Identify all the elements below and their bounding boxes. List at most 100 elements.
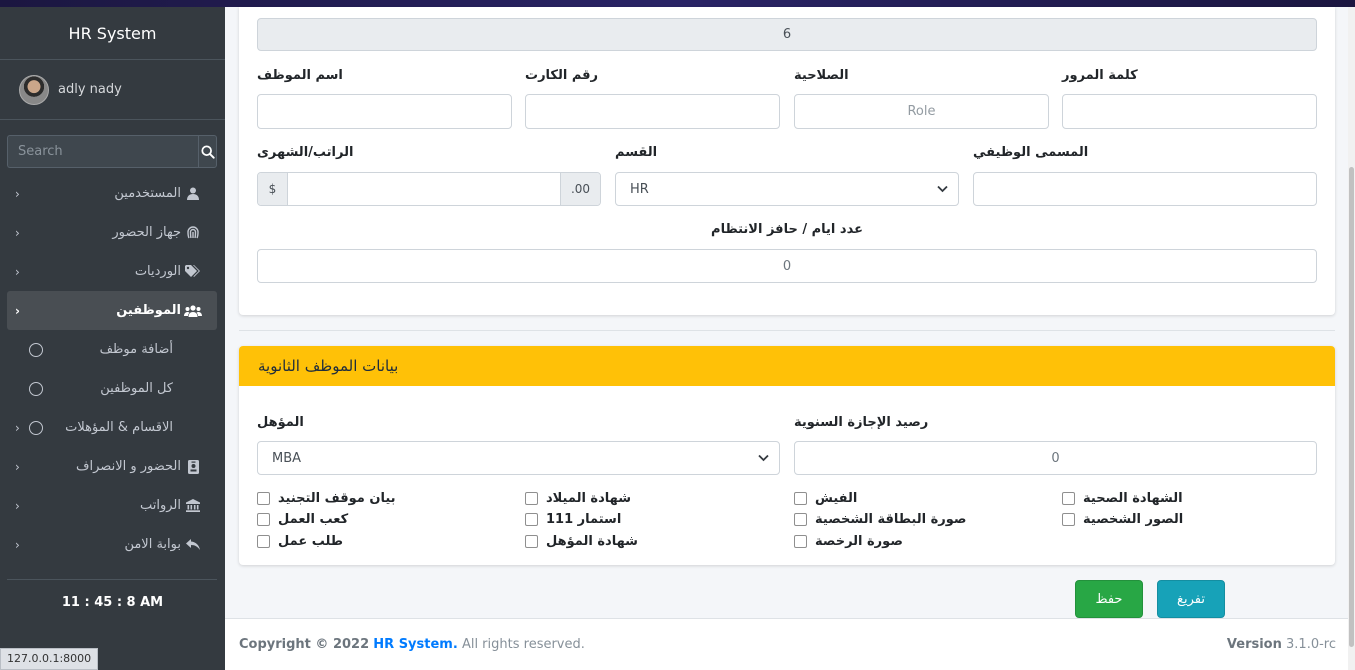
sidebar-subitem-all-employees[interactable]: كل الموظفين [7,369,217,408]
bank-icon [183,499,203,512]
employee-id-field[interactable]: 6 [257,18,1317,51]
checkbox-box[interactable] [525,492,538,505]
sidebar-divider [7,579,217,580]
footer: Copyright © 2022 HR System. All rights r… [225,618,1355,670]
save-button[interactable]: حفظ [1075,580,1143,618]
employee-name-input[interactable] [257,94,512,129]
sidebar-item-attendance-device[interactable]: جهاز الحضور ‹ [7,213,217,252]
sidebar-item-label: الرواتب [139,498,181,513]
sidebar-item-shifts[interactable]: الورديات ‹ [7,252,217,291]
chevron-left-icon: ‹ [15,459,20,474]
chevron-down-icon [937,183,948,196]
checkbox-health-certificate[interactable]: الشهادة الصحية [1062,491,1183,506]
sidebar-nav: المستخدمين ‹ جهاز الحضور ‹ الورديات ‹ ال… [7,174,217,564]
checkbox-box[interactable] [1062,513,1075,526]
checkbox-box[interactable] [794,535,807,548]
qualification-selected: MBA [272,450,302,466]
user-name[interactable]: adly nady [58,82,122,97]
checkbox-license-photo[interactable]: صورة الرخصة [794,534,903,549]
reply-icon [183,538,203,551]
sidebar-subitem-departments[interactable]: الاقسام & المؤهلات ‹ [7,408,217,447]
sidebar-subitem-add-employee[interactable]: أضافة موظف [7,330,217,369]
checkbox-work-stub[interactable]: كعب العمل [257,512,348,527]
role-label: الصلاحية [794,68,849,83]
checkbox-box[interactable] [525,513,538,526]
chevron-left-icon: ‹ [15,537,20,552]
checkbox-box[interactable] [257,513,270,526]
password-input[interactable] [1062,94,1317,129]
clock: 11 : 45 : 8 AM [61,595,164,610]
footer-copyright: Copyright © 2022 HR System. All rights r… [239,637,585,652]
top-strip [0,0,1355,7]
user-icon [183,187,203,200]
page-scrollbar[interactable] [1348,7,1355,670]
checkbox-birth-certificate[interactable]: شهادة الميلاد [525,491,631,506]
sidebar-item-salaries[interactable]: الرواتب ‹ [7,486,217,525]
users-icon [183,304,203,317]
search-input[interactable] [7,135,198,168]
circle-icon [29,420,43,435]
checkbox-box[interactable] [794,513,807,526]
department-select[interactable]: HR [615,172,959,206]
checkbox-criminal-record[interactable]: الفيش [794,491,857,506]
annual-leave-label: رصيد الإجازة السنوية [794,415,929,430]
currency-addon: $ [258,173,288,205]
sidebar-subitem-label: كل الموظفين [100,381,173,396]
checkbox-box[interactable] [525,535,538,548]
checkbox-job-application[interactable]: طلب عمل [257,534,343,549]
footer-brand-link[interactable]: HR System. [373,637,458,652]
decimal-addon: .00 [560,173,600,205]
employee-name-label: اسم الموظف [257,68,343,83]
secondary-card-header: بيانات الموظف الثانوية [239,346,1335,386]
checkbox-form-111[interactable]: استمار 111 [525,512,621,527]
checkbox-box[interactable] [1062,492,1075,505]
user-panel[interactable]: adly nady [0,60,225,120]
sidebar-subitem-label: أضافة موظف [99,342,173,357]
sidebar-subitem-label: الاقسام & المؤهلات [65,420,173,435]
brand-title[interactable]: HR System [0,7,225,60]
secondary-card-title: بيانات الموظف الثانوية [258,357,399,375]
sidebar-search [7,135,217,168]
qualification-label: المؤهل [257,415,304,430]
status-bar-url: 127.0.0.1:8000 [0,648,99,670]
card-number-input[interactable] [525,94,780,129]
clear-button[interactable]: تفريغ [1157,580,1225,618]
chevron-down-icon: ‹ [15,303,20,318]
scrollbar-thumb[interactable] [1349,167,1354,647]
employee-primary-card: 6 اسم الموظف رقم الكارت الصلاحية كلمة ال… [239,7,1335,315]
circle-icon [29,381,43,396]
checkbox-box[interactable] [794,492,807,505]
checkbox-military-status[interactable]: بيان موقف التجنيد [257,491,396,506]
sidebar: HR System adly nady المستخدمين ‹ جهاز ال… [0,7,225,670]
job-title-input[interactable] [973,172,1317,206]
checkbox-box[interactable] [257,535,270,548]
version-value: 3.1.0-rc [1286,637,1336,652]
sidebar-item-attendance[interactable]: الحضور و الانصراف ‹ [7,447,217,486]
job-title-label: المسمى الوظيفي [973,145,1089,160]
salary-input[interactable] [288,173,560,205]
salary-label: الراتب/الشهرى [257,145,354,160]
sidebar-item-label: الورديات [134,264,181,279]
tags-icon [183,265,203,278]
role-input[interactable]: Role [794,94,1049,129]
section-divider [239,330,1335,331]
annual-leave-input[interactable]: 0 [794,441,1317,475]
fingerprint-icon [183,225,203,240]
attendance-days-input[interactable]: 0 [257,249,1317,283]
chevron-left-icon: ‹ [15,186,20,201]
sidebar-item-label: المستخدمين [114,186,181,201]
checkbox-id-card-photo[interactable]: صورة البطاقة الشخصية [794,512,966,527]
qualification-select[interactable]: MBA [257,441,780,475]
sidebar-item-label: بوابة الامن [124,537,181,552]
footer-version: Version 3.1.0-rc [1227,637,1336,652]
checkbox-personal-photos[interactable]: الصور الشخصية [1062,512,1183,527]
sidebar-item-users[interactable]: المستخدمين ‹ [7,174,217,213]
id-badge-icon [183,459,203,474]
search-button[interactable] [198,135,217,168]
sidebar-item-security-gate[interactable]: بوابة الامن ‹ [7,525,217,564]
checkbox-box[interactable] [257,492,270,505]
avatar [19,74,49,105]
sidebar-item-employees[interactable]: الموظفين ‹ [7,291,217,330]
checkbox-qualification-certificate[interactable]: شهادة المؤهل [525,534,638,549]
main-content: 6 اسم الموظف رقم الكارت الصلاحية كلمة ال… [225,7,1355,670]
